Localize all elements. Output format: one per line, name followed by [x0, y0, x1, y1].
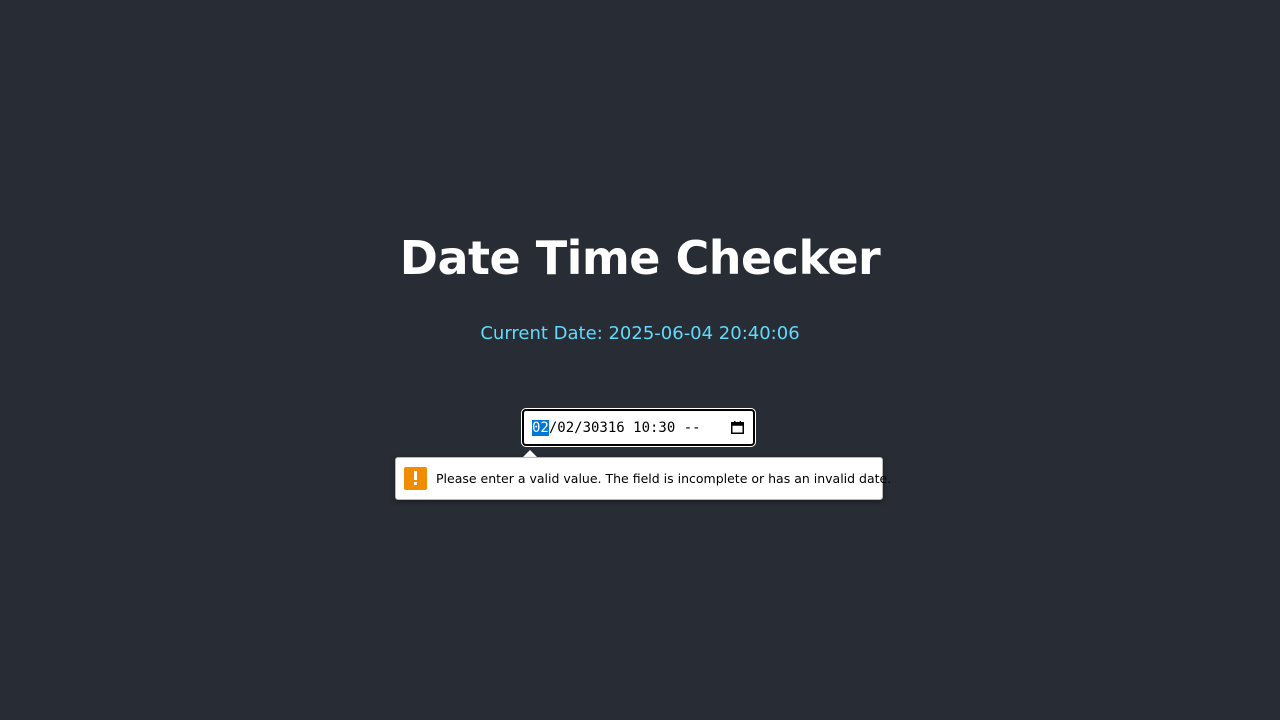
validation-tooltip: Please enter a valid value. The field is…: [395, 457, 891, 500]
validation-message: Please enter a valid value. The field is…: [436, 471, 892, 486]
app-page: Date Time Checker Current Date: 2025-06-…: [0, 0, 1280, 720]
page-title: Date Time Checker: [399, 231, 881, 285]
month-segment[interactable]: 02: [532, 419, 549, 436]
datetime-input[interactable]: 02/02/30316 10:30 --: [522, 409, 755, 446]
warning-icon: [404, 467, 427, 490]
datetime-rest-segments[interactable]: /02/30316 10:30 --: [549, 420, 701, 436]
calendar-icon[interactable]: [731, 421, 744, 434]
current-date-display: Current Date: 2025-06-04 20:40:06: [480, 323, 800, 344]
